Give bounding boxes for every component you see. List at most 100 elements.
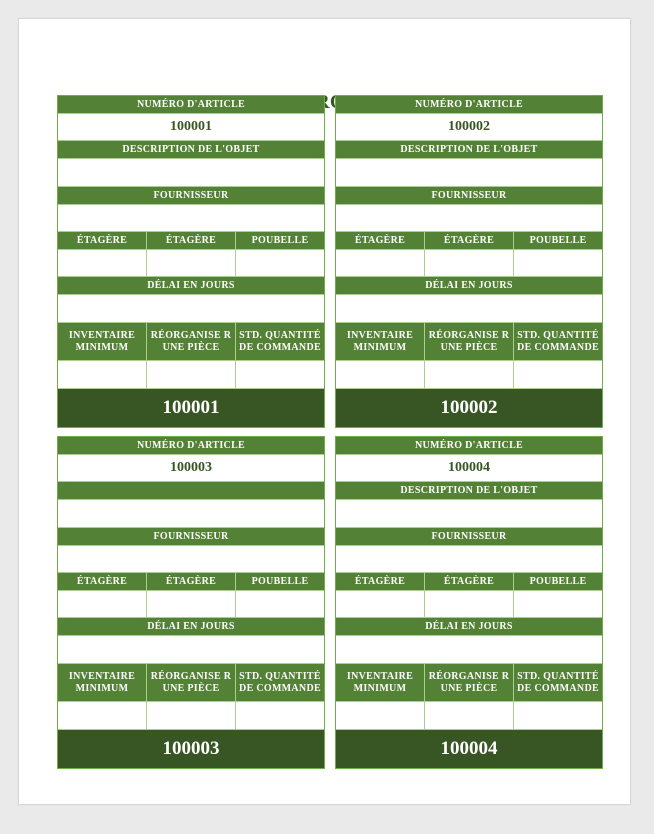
location-header-row: ÉTAGÈRE ÉTAGÈRE POUBELLE bbox=[58, 232, 324, 250]
location-header-row: ÉTAGÈRE ÉTAGÈRE POUBELLE bbox=[336, 573, 602, 591]
shelf-field[interactable] bbox=[58, 250, 147, 276]
supplier-field[interactable] bbox=[336, 546, 602, 573]
card-footer-number: 100001 bbox=[58, 389, 324, 427]
description-label bbox=[58, 482, 324, 500]
supplier-label: FOURNISSEUR bbox=[58, 187, 324, 205]
lead-time-label: DÉLAI EN JOURS bbox=[58, 277, 324, 295]
quantity-value-row bbox=[58, 361, 324, 389]
minimum-inventory-label: INVENTAIRE MINIMUM bbox=[58, 323, 147, 360]
description-field[interactable] bbox=[58, 500, 324, 528]
reorder-point-field[interactable] bbox=[147, 361, 236, 388]
reorder-point-label: RÉORGANISE R UNE PIÈCE bbox=[147, 323, 236, 360]
reorder-point-label: RÉORGANISE R UNE PIÈCE bbox=[147, 664, 236, 701]
standard-order-qty-label: STD. QUANTITÉ DE COMMANDE bbox=[517, 671, 599, 694]
kanban-card: NUMÉRO D'ARTICLE 100003 FOURNISSEUR ÉTAG… bbox=[57, 436, 325, 769]
standard-order-qty-field[interactable] bbox=[514, 702, 602, 729]
standard-order-qty-field[interactable] bbox=[514, 361, 602, 388]
minimum-inventory-field[interactable] bbox=[58, 702, 147, 729]
kanban-card: NUMÉRO D'ARTICLE 100001 DESCRIPTION DE L… bbox=[57, 95, 325, 428]
shelf-field[interactable] bbox=[147, 591, 236, 617]
shelf-field[interactable] bbox=[425, 250, 514, 276]
shelf-field[interactable] bbox=[336, 591, 425, 617]
card-footer-number: 100004 bbox=[336, 730, 602, 768]
lead-time-field[interactable] bbox=[336, 636, 602, 664]
item-number-label: NUMÉRO D'ARTICLE bbox=[58, 96, 324, 114]
description-field[interactable] bbox=[58, 159, 324, 187]
lead-time-field[interactable] bbox=[58, 295, 324, 323]
item-number-label: NUMÉRO D'ARTICLE bbox=[336, 437, 602, 455]
bin-label: POUBELLE bbox=[251, 576, 309, 587]
supplier-field[interactable] bbox=[58, 546, 324, 573]
description-label: DESCRIPTION DE L'OBJET bbox=[336, 482, 602, 500]
item-number-label: NUMÉRO D'ARTICLE bbox=[336, 96, 602, 114]
reorder-point-label: RÉORGANISE R UNE PIÈCE bbox=[425, 664, 514, 701]
supplier-label: FOURNISSEUR bbox=[336, 528, 602, 546]
supplier-field[interactable] bbox=[336, 205, 602, 232]
supplier-label: FOURNISSEUR bbox=[58, 528, 324, 546]
bin-label: POUBELLE bbox=[251, 235, 309, 246]
bin-field[interactable] bbox=[236, 250, 324, 276]
bin-field[interactable] bbox=[514, 250, 602, 276]
shelf-label: ÉTAGÈRE bbox=[336, 232, 425, 249]
lead-time-label: DÉLAI EN JOURS bbox=[58, 618, 324, 636]
item-number-field[interactable]: 100001 bbox=[58, 114, 324, 141]
reorder-point-field[interactable] bbox=[425, 361, 514, 388]
bin-label: POUBELLE bbox=[529, 576, 587, 587]
quantity-header-row: INVENTAIRE MINIMUM RÉORGANISE R UNE PIÈC… bbox=[58, 664, 324, 702]
quantity-header-row: INVENTAIRE MINIMUM RÉORGANISE R UNE PIÈC… bbox=[336, 323, 602, 361]
minimum-inventory-field[interactable] bbox=[58, 361, 147, 388]
location-value-row bbox=[58, 250, 324, 277]
location-value-row bbox=[336, 250, 602, 277]
supplier-label: FOURNISSEUR bbox=[336, 187, 602, 205]
standard-order-qty-field[interactable] bbox=[236, 361, 324, 388]
location-header-row: ÉTAGÈRE ÉTAGÈRE POUBELLE bbox=[58, 573, 324, 591]
reorder-point-label: RÉORGANISE R UNE PIÈCE bbox=[425, 323, 514, 360]
description-label: DESCRIPTION DE L'OBJET bbox=[336, 141, 602, 159]
quantity-header-row: INVENTAIRE MINIMUM RÉORGANISE R UNE PIÈC… bbox=[336, 664, 602, 702]
card-footer-number: 100002 bbox=[336, 389, 602, 427]
lead-time-field[interactable] bbox=[336, 295, 602, 323]
description-field[interactable] bbox=[336, 159, 602, 187]
shelf-field[interactable] bbox=[147, 250, 236, 276]
standard-order-qty-label: STD. QUANTITÉ DE COMMANDE bbox=[239, 330, 321, 353]
standard-order-qty-label: STD. QUANTITÉ DE COMMANDE bbox=[239, 671, 321, 694]
lead-time-label: DÉLAI EN JOURS bbox=[336, 618, 602, 636]
kanban-card: NUMÉRO D'ARTICLE 100004 DESCRIPTION DE L… bbox=[335, 436, 603, 769]
minimum-inventory-label: INVENTAIRE MINIMUM bbox=[58, 664, 147, 701]
shelf-field[interactable] bbox=[425, 591, 514, 617]
item-number-field[interactable]: 100003 bbox=[58, 455, 324, 482]
bin-field[interactable] bbox=[236, 591, 324, 617]
minimum-inventory-field[interactable] bbox=[336, 361, 425, 388]
description-field[interactable] bbox=[336, 500, 602, 528]
quantity-header-row: INVENTAIRE MINIMUM RÉORGANISE R UNE PIÈC… bbox=[58, 323, 324, 361]
description-label: DESCRIPTION DE L'OBJET bbox=[58, 141, 324, 159]
reorder-point-field[interactable] bbox=[425, 702, 514, 729]
minimum-inventory-label: INVENTAIRE MINIMUM bbox=[336, 664, 425, 701]
shelf-label: ÉTAGÈRE bbox=[58, 573, 147, 590]
bin-field[interactable] bbox=[514, 591, 602, 617]
item-number-field[interactable]: 100002 bbox=[336, 114, 602, 141]
kanban-card: NUMÉRO D'ARTICLE 100002 DESCRIPTION DE L… bbox=[335, 95, 603, 428]
shelf-label: ÉTAGÈRE bbox=[147, 232, 236, 249]
item-number-field[interactable]: 100004 bbox=[336, 455, 602, 482]
shelf-label: ÉTAGÈRE bbox=[425, 232, 514, 249]
item-number-label: NUMÉRO D'ARTICLE bbox=[58, 437, 324, 455]
quantity-value-row bbox=[336, 361, 602, 389]
minimum-inventory-label: INVENTAIRE MINIMUM bbox=[336, 323, 425, 360]
supplier-field[interactable] bbox=[58, 205, 324, 232]
standard-order-qty-field[interactable] bbox=[236, 702, 324, 729]
bin-label: POUBELLE bbox=[529, 235, 587, 246]
quantity-value-row bbox=[336, 702, 602, 730]
lead-time-field[interactable] bbox=[58, 636, 324, 664]
shelf-field[interactable] bbox=[336, 250, 425, 276]
minimum-inventory-field[interactable] bbox=[336, 702, 425, 729]
quantity-value-row bbox=[58, 702, 324, 730]
standard-order-qty-label: STD. QUANTITÉ DE COMMANDE bbox=[517, 330, 599, 353]
location-value-row bbox=[336, 591, 602, 618]
lead-time-label: DÉLAI EN JOURS bbox=[336, 277, 602, 295]
reorder-point-field[interactable] bbox=[147, 702, 236, 729]
shelf-field[interactable] bbox=[58, 591, 147, 617]
location-value-row bbox=[58, 591, 324, 618]
card-footer-number: 100003 bbox=[58, 730, 324, 768]
shelf-label: ÉTAGÈRE bbox=[336, 573, 425, 590]
